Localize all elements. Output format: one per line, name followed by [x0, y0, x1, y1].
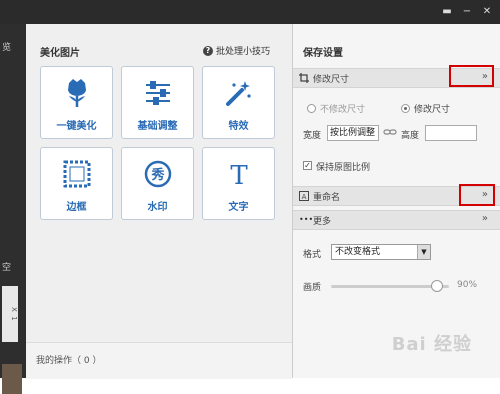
quality-label: 画质	[303, 283, 322, 293]
tile-text[interactable]: T 文字	[202, 147, 275, 220]
resize-section-label: 修改尺寸	[313, 75, 350, 85]
radio-circle-selected	[401, 104, 410, 113]
beautify-title: 美化图片	[40, 48, 80, 59]
strip-thumbnail	[2, 364, 22, 394]
quality-value: 90%	[457, 280, 478, 290]
link-chain-icon[interactable]	[383, 127, 397, 140]
keep-ratio-label: 保持原图比例	[316, 163, 371, 173]
app-window: ▬ − ✕ 览 空 X 1 美化图片 ? 批处理小技巧 一键美化 基础调整 特效…	[0, 0, 500, 394]
save-settings-panel: 保存设置 修改尺寸 » 不修改尺寸 修改尺寸 宽度 按比例调整 高度 ✓ 保持原…	[293, 24, 500, 378]
radio-change-size-label: 修改尺寸	[414, 105, 451, 115]
dropdown-arrow-icon[interactable]: ▼	[417, 245, 430, 259]
more-section-label: 更多	[313, 217, 332, 227]
strip-label-mid: 空	[2, 263, 12, 273]
my-operations-bar[interactable]: 我的操作（ 0 ）	[26, 342, 292, 379]
menu-icon[interactable]: ▬	[440, 5, 454, 19]
crop-icon	[299, 73, 309, 83]
highlight-box	[449, 65, 494, 87]
batch-tips-link[interactable]: ? 批处理小技巧	[202, 44, 270, 57]
more-section-header[interactable]: ••• 更多 »	[293, 210, 500, 230]
keep-ratio-checkbox[interactable]: ✓	[303, 161, 312, 170]
quality-slider-handle[interactable]	[431, 280, 444, 292]
beautify-panel: 美化图片 ? 批处理小技巧 一键美化 基础调整 特效 边框 秀 水印 T 文字 …	[26, 24, 293, 379]
height-label: 高度	[401, 131, 420, 141]
watermark-text: Bai 经验	[391, 334, 472, 355]
rename-icon: A	[299, 191, 309, 201]
tile-label: 一键美化	[56, 121, 97, 132]
minimize-button[interactable]: −	[460, 5, 474, 19]
frame-icon	[41, 158, 112, 190]
radio-change-size[interactable]: 修改尺寸	[401, 102, 450, 115]
my-operations-label: 我的操作（ 0 ）	[36, 356, 102, 366]
tile-label: 水印	[147, 202, 168, 213]
rename-section-label: 重命名	[313, 193, 341, 203]
magic-wand-icon	[203, 77, 274, 109]
strip-label-top: 览	[2, 43, 12, 53]
height-input[interactable]	[425, 125, 477, 141]
strip-chip: X 1	[2, 286, 18, 342]
radio-circle	[307, 104, 316, 113]
svg-text:A: A	[302, 193, 307, 201]
tile-label: 基础调整	[137, 121, 178, 132]
format-select-value: 不改变格式	[335, 247, 381, 257]
text-t-icon: T	[203, 158, 274, 190]
format-select[interactable]: 不改变格式 ▼	[331, 244, 431, 260]
save-settings-title: 保存设置	[303, 48, 343, 59]
watermark-seal-icon: 秀	[122, 158, 193, 190]
more-dots-icon: •••	[299, 215, 314, 224]
background-window-strip: 览 空 X 1	[0, 24, 26, 394]
width-label: 宽度	[303, 131, 322, 141]
tile-one-click-beautify[interactable]: 一键美化	[40, 66, 113, 139]
format-label: 格式	[303, 250, 322, 260]
highlight-box	[459, 184, 495, 206]
width-input[interactable]: 按比例调整	[327, 125, 379, 141]
tile-label: 边框	[66, 202, 87, 213]
radio-keep-size-label: 不修改尺寸	[320, 105, 366, 115]
batch-tips-label: 批处理小技巧	[215, 47, 270, 57]
tile-effects[interactable]: 特效	[202, 66, 275, 139]
tool-grid: 一键美化 基础调整 特效 边框 秀 水印 T 文字	[40, 66, 280, 220]
sliders-icon	[122, 77, 193, 109]
title-bar: ▬ − ✕	[0, 0, 500, 24]
chevron-double-down-icon[interactable]: »	[482, 213, 488, 224]
tile-frame[interactable]: 边框	[40, 147, 113, 220]
svg-text:T: T	[230, 161, 248, 188]
tile-label: 特效	[228, 121, 249, 132]
tulip-icon	[41, 77, 112, 109]
radio-keep-size[interactable]: 不修改尺寸	[307, 102, 365, 115]
help-icon: ?	[202, 45, 213, 56]
tile-basic-adjust[interactable]: 基础调整	[121, 66, 194, 139]
svg-text:秀: 秀	[150, 167, 165, 183]
tile-watermark[interactable]: 秀 水印	[121, 147, 194, 220]
tile-label: 文字	[228, 202, 249, 213]
close-button[interactable]: ✕	[480, 5, 494, 19]
